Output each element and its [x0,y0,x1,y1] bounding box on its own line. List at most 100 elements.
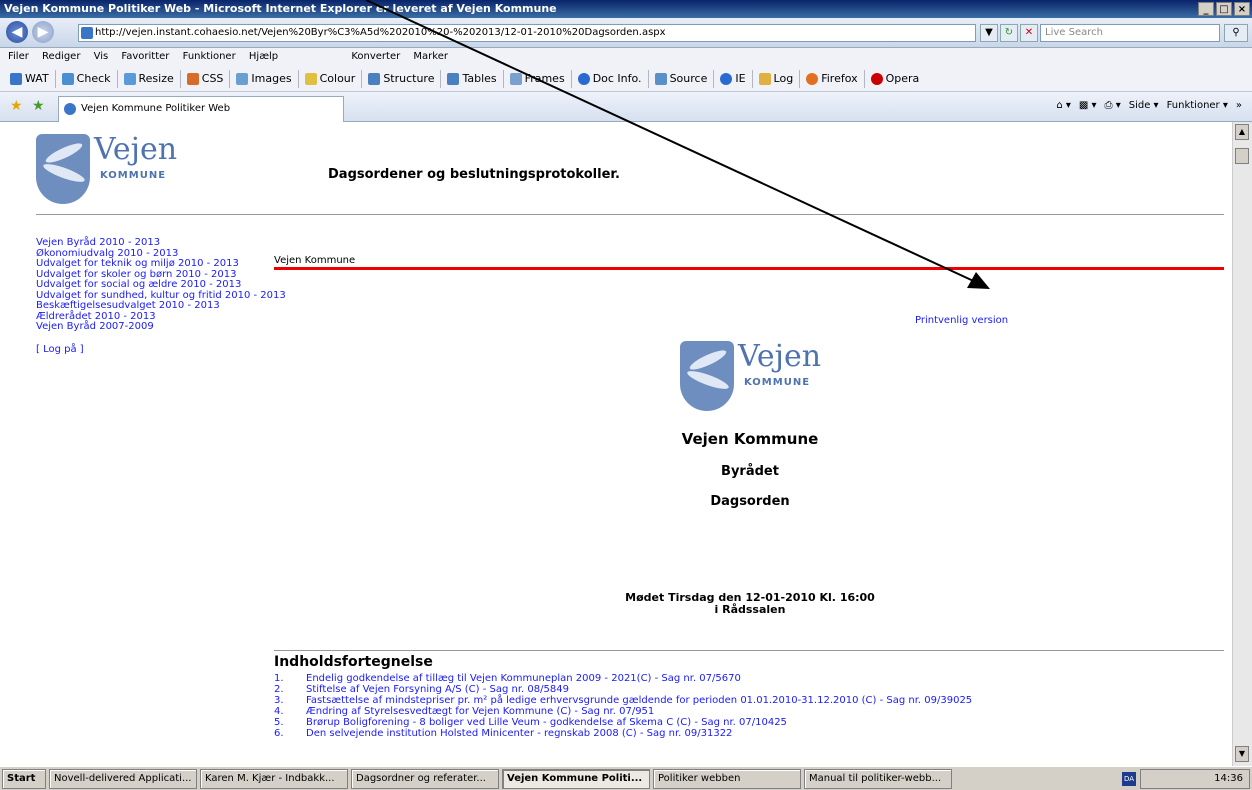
resize-button[interactable]: Resize [118,69,181,88]
source-icon [654,72,667,85]
tab-vejen-kommune[interactable]: Vejen Kommune Politiker Web [58,96,344,122]
tab-label: Vejen Kommune Politiker Web [81,103,231,114]
close-button[interactable]: × [1234,2,1250,16]
back-icon[interactable]: ◀ [6,21,28,43]
page-menu[interactable]: Side ▾ [1129,100,1159,111]
menu-help[interactable]: Hjælp [249,51,278,62]
taskbar-button-vejen-active[interactable]: Vejen Kommune Politi... [502,768,650,789]
toc-num: 5. [274,717,284,728]
doc-type: Dagsorden [710,494,790,509]
window-titlebar: Vejen Kommune Politiker Web - Microsoft … [0,0,1252,18]
menu-favorites[interactable]: Favoritter [121,51,169,62]
toc-link[interactable]: Fastsættelse af mindstepriser pr. m² på … [306,695,972,706]
left-nav: Vejen Byråd 2010 - 2013 Økonomiudvalg 20… [36,237,286,356]
print-icon[interactable]: ⎙ ▾ [1105,100,1121,111]
tables-button[interactable]: Tables [441,69,504,88]
print-version-link[interactable]: Printvenlig version [915,315,1008,326]
menu-file[interactable]: Filer [8,51,29,62]
frames-button[interactable]: Frames [504,69,572,88]
search-icon[interactable]: ⚲ [1224,24,1248,42]
logo-word: Vejen [738,339,822,374]
nav-item-teknik-miljoe[interactable]: Udvalget for teknik og miljø 2010 - 2013 [36,258,286,270]
source-button[interactable]: Source [649,69,715,88]
list-item[interactable]: 3. Fastsættelse af mindstepriser pr. m² p… [274,695,972,706]
ie-button[interactable]: IE [714,69,753,88]
css-icon [186,72,199,85]
vertical-scrollbar[interactable]: ▲ ▼ [1232,122,1252,766]
url-input[interactable]: http://vejen.instant.cohaesio.net/Vejen%… [78,24,976,42]
toc-link[interactable]: Endelig godkendelse af tillæg til Vejen … [306,673,741,684]
tabs-bar: ★ ★ Vejen Kommune Politiker Web ⌂ ▾ ▩ ▾ … [0,92,1252,122]
wat-button[interactable]: WAT [4,69,56,88]
vejen-logo: Vejen KOMMUNE [36,132,177,204]
clock: 14:36 [1214,773,1243,784]
search-input[interactable]: Live Search [1040,24,1220,42]
windows-taskbar: Start Novell-delivered Applicati... Kare… [0,766,1252,790]
page-content: Vejen KOMMUNE Dagsordener og beslutnings… [0,122,1232,766]
taskbar-button-outlook[interactable]: Karen M. Kjær - Indbakk... [200,768,348,789]
scroll-thumb[interactable] [1235,148,1249,164]
scroll-down-icon[interactable]: ▼ [1235,746,1249,762]
nav-item-vejen-byraad-2007[interactable]: Vejen Byråd 2007-2009 [36,321,286,333]
taskbar-button-dagsordner[interactable]: Dagsordner og referater... [351,768,499,789]
taskbar-button-novell[interactable]: Novell-delivered Applicati... [49,768,197,789]
log-button[interactable]: Log [753,69,801,88]
toc-link[interactable]: Den selvejende institution Holsted Minic… [306,728,732,739]
convert-button[interactable]: Konverter [351,51,400,62]
check-button[interactable]: Check [56,69,118,88]
toc-link[interactable]: Brørup Boligforening - 8 boliger ved Lil… [306,717,787,728]
feeds-icon[interactable]: ▩ ▾ [1079,100,1097,111]
structure-button[interactable]: Structure [362,69,442,88]
logo-sub: KOMMUNE [744,377,811,388]
tools-menu[interactable]: Funktioner ▾ [1167,100,1228,111]
opera-button[interactable]: Opera [865,70,926,88]
red-divider [274,267,1224,270]
toc-link[interactable]: Ændring af Styrelsesvedtægt for Vejen Ko… [306,706,654,717]
mark-button[interactable]: Marker [413,51,448,62]
system-tray: 14:36 [1140,769,1250,789]
doc-info-button[interactable]: Doc Info. [572,69,649,88]
toc-link[interactable]: Stiftelse af Vejen Forsyning A/S (C) - S… [306,684,569,695]
list-item[interactable]: 4. Ændring af Styrelsesvedtægt for Vejen … [274,706,972,717]
meeting-info: Mødet Tirsdag den 12-01-2010 Kl. 16:00 i… [560,592,940,616]
taskbar-button-politiker-webben[interactable]: Politiker webben [653,768,801,789]
menu-edit[interactable]: Rediger [42,51,80,62]
list-item[interactable]: 5. Brørup Boligforening - 8 boliger ved L… [274,717,972,728]
breadcrumb: Vejen Kommune [274,255,356,266]
favorites-star-icon[interactable]: ★ [10,98,23,114]
logo-word: Vejen [94,132,178,167]
firefox-button[interactable]: Firefox [800,69,865,88]
language-indicator[interactable]: DA [1122,772,1136,786]
nav-item-vejen-byraad-2010[interactable]: Vejen Byråd 2010 - 2013 [36,237,286,249]
taskbar-button-manual[interactable]: Manual til politiker-webb... [804,768,952,789]
home-icon[interactable]: ⌂ ▾ [1056,100,1071,111]
ie-page-icon [64,103,76,115]
images-button[interactable]: Images [230,69,299,88]
address-toolbar: ◀ ▶ http://vejen.instant.cohaesio.net/Ve… [0,18,1252,48]
maximize-button[interactable]: □ [1216,2,1232,16]
forward-icon[interactable]: ▶ [32,21,54,43]
list-item[interactable]: 2. Stiftelse af Vejen Forsyning A/S (C) -… [274,684,972,695]
menu-tools[interactable]: Funktioner [183,51,236,62]
stop-icon[interactable]: ✕ [1020,24,1038,42]
nav-item-beskaeftigelse[interactable]: Beskæftigelsesudvalget 2010 - 2013 [36,300,286,312]
chevron-right-icon[interactable]: » [1236,100,1242,111]
add-favorite-icon[interactable]: ★ [32,98,45,114]
scroll-up-icon[interactable]: ▲ [1235,124,1249,140]
shield-icon [36,134,90,204]
nav-item-social-aeldre[interactable]: Udvalget for social og ældre 2010 - 2013 [36,279,286,291]
refresh-icon[interactable]: ↻ [1000,24,1018,42]
list-item[interactable]: 1. Endelig godkendelse af tillæg til Veje… [274,673,972,684]
vejen-logo-center: Vejen KOMMUNE [680,339,821,411]
login-link[interactable]: [ Log på ] [36,344,286,356]
colour-button[interactable]: Colour [299,69,363,88]
css-button[interactable]: CSS [181,69,231,88]
firefox-icon [806,72,819,85]
minimize-button[interactable]: _ [1198,2,1214,16]
body-title: Byrådet [721,464,779,479]
list-item[interactable]: 6. Den selvejende institution Holsted Min… [274,728,972,739]
dropdown-icon[interactable]: ▼ [980,24,998,42]
menu-view[interactable]: Vis [94,51,109,62]
start-button[interactable]: Start [2,768,46,789]
toc-num: 6. [274,728,284,739]
